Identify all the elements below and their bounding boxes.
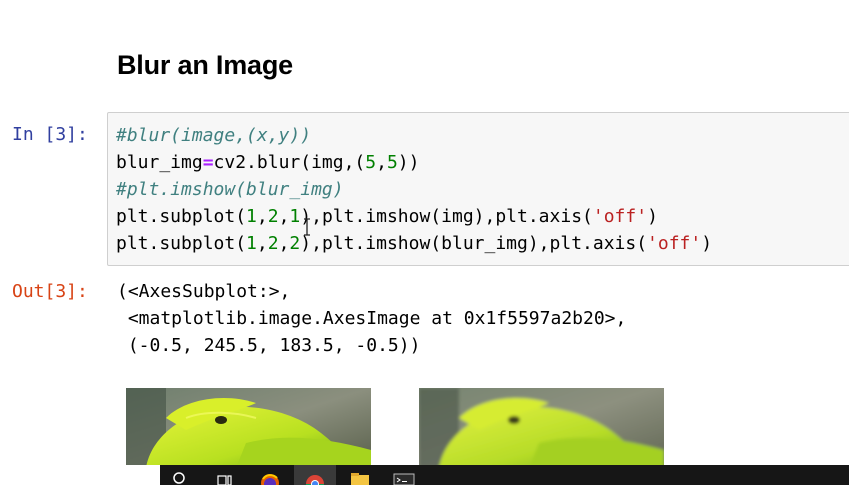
code-token: )) (397, 152, 420, 173)
code-token: , (256, 233, 268, 254)
cell-output: (<AxesSubplot:>, <matplotlib.image.AxesI… (117, 278, 626, 359)
blurred-snake-image (419, 388, 664, 468)
code-area[interactable]: #blur(image,(x,y)) blur_img=cv2.blur(img,… (116, 122, 712, 257)
output-line: <matplotlib.image.AxesImage at 0x1f5597a… (117, 308, 627, 329)
code-token: 2 (267, 206, 279, 227)
code-line[interactable]: blur_img=cv2.blur(img,(5,5)) (116, 149, 712, 176)
code-token: ) (647, 206, 658, 227)
code-token: , (376, 152, 387, 173)
code-token: 'off' (592, 206, 648, 227)
output-line: (<AxesSubplot:>, (117, 281, 291, 302)
code-token: 1 (246, 233, 257, 254)
firefox-icon[interactable] (258, 465, 282, 489)
terminal-icon[interactable] (392, 465, 416, 486)
file-explorer-icon[interactable] (348, 465, 372, 485)
text-cursor-icon (303, 218, 310, 240)
section-heading: Blur an Image (117, 50, 293, 80)
code-line[interactable]: plt.subplot(1,2,2),plt.imshow(blur_img),… (116, 230, 712, 257)
code-line[interactable]: #blur(image,(x,y)) (116, 122, 712, 149)
output-line: (-0.5, 245.5, 183.5, -0.5)) (117, 335, 421, 356)
code-token: 2 (289, 233, 301, 254)
code-cell-editor[interactable]: #blur(image,(x,y)) blur_img=cv2.blur(img,… (107, 112, 849, 266)
code-token: plt.subplot( (116, 233, 247, 254)
code-token: 1 (246, 206, 257, 227)
code-token: , (278, 233, 290, 254)
code-token: plt.subplot( (116, 206, 247, 227)
code-token: #plt.imshow(blur_img) (116, 179, 344, 200)
original-snake-image (126, 388, 371, 468)
code-token: cv2.blur(img,( (213, 152, 366, 173)
code-token: 1 (289, 206, 301, 227)
search-icon[interactable] (170, 465, 190, 485)
code-line[interactable]: plt.subplot(1,2,1),plt.imshow(img),plt.a… (116, 203, 712, 230)
chrome-icon[interactable] (294, 465, 336, 489)
taskbar-blank-area (0, 465, 160, 485)
code-token: 'off' (647, 233, 702, 254)
input-prompt: In [3]: (12, 124, 88, 145)
code-token: 2 (267, 233, 279, 254)
output-prompt: Out[3]: (12, 281, 88, 302)
code-token: blur_img (116, 152, 203, 173)
code-token: ),plt.imshow(blur_img),plt.axis( (300, 233, 648, 254)
code-token: 5 (365, 152, 377, 173)
windows-taskbar (0, 465, 849, 489)
code-line[interactable]: #plt.imshow(blur_img) (116, 176, 712, 203)
code-token: , (256, 206, 268, 227)
code-token: , (278, 206, 290, 227)
code-token: 5 (386, 152, 398, 173)
task-view-icon[interactable] (215, 465, 235, 486)
code-token: = (202, 152, 214, 173)
code-token: ) (701, 233, 713, 254)
code-token: ),plt.imshow(img),plt.axis( (300, 206, 593, 227)
code-token: #blur(image,(x,y)) (116, 125, 312, 146)
